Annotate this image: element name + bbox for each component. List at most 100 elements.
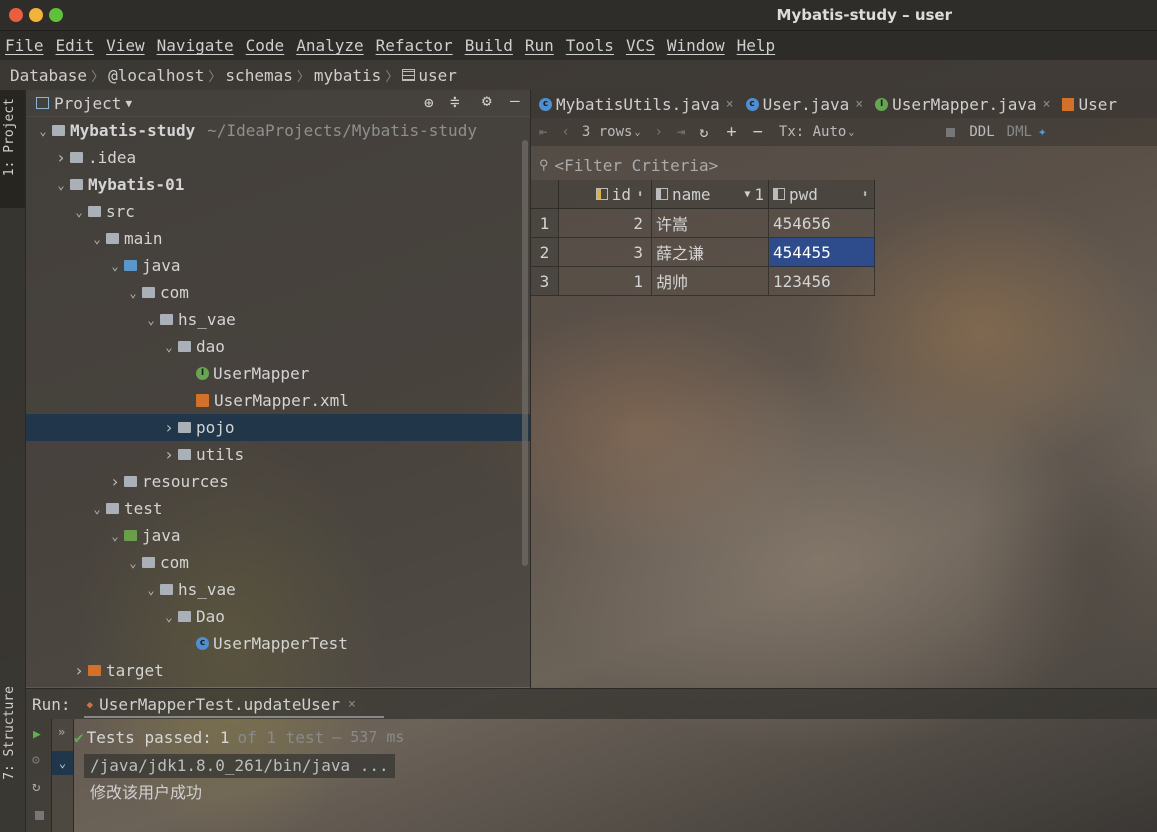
- first-page-icon[interactable]: ⇤: [539, 124, 547, 140]
- breadcrumb-table[interactable]: user: [418, 66, 457, 85]
- cell-id[interactable]: 1: [559, 267, 652, 296]
- tree-node[interactable]: ⌄ java: [26, 252, 530, 279]
- sort-desc-icon[interactable]: ▼: [744, 189, 750, 200]
- chevron-down-icon[interactable]: ⌄: [106, 529, 124, 543]
- rerun-failed-icon[interactable]: ⚙: [32, 753, 40, 768]
- hide-panel-icon[interactable]: —: [510, 91, 520, 110]
- chevron-down-icon[interactable]: ⌄: [142, 313, 160, 327]
- chevron-down-icon[interactable]: ⌄: [106, 259, 124, 273]
- ddl-button[interactable]: DDL: [969, 124, 994, 140]
- column-header-id[interactable]: id ⬍: [559, 180, 652, 209]
- chevron-right-icon[interactable]: ›: [52, 148, 70, 167]
- tree-node[interactable]: ⌄ hs_vae: [26, 576, 530, 603]
- tree-node[interactable]: ⌄ main: [26, 225, 530, 252]
- menu-refactor[interactable]: Refactor: [376, 36, 453, 55]
- chevron-down-icon[interactable]: ⌄: [70, 205, 88, 219]
- tab-user-table[interactable]: User: [1062, 95, 1117, 114]
- menu-analyze[interactable]: Analyze: [296, 36, 363, 55]
- chevron-right-icon[interactable]: ›: [70, 661, 88, 680]
- tree-node[interactable]: ⌄ com: [26, 549, 530, 576]
- chevron-down-icon[interactable]: ⌄: [88, 232, 106, 246]
- cell-name[interactable]: 胡帅: [652, 267, 769, 296]
- column-header-pwd[interactable]: pwd ⬍: [769, 180, 875, 209]
- tab-mybatisutils[interactable]: c MybatisUtils.java ×: [539, 95, 734, 114]
- refresh-icon[interactable]: ↻: [699, 123, 708, 141]
- add-row-icon[interactable]: +: [726, 122, 736, 142]
- tree-node[interactable]: ⌄ Dao: [26, 603, 530, 630]
- pin-icon[interactable]: ✦: [1038, 124, 1046, 140]
- menu-navigate[interactable]: Navigate: [157, 36, 234, 55]
- tree-node[interactable]: c UserMapperTest: [26, 630, 530, 657]
- chevron-down-icon[interactable]: ⌄: [124, 286, 142, 300]
- tree-node[interactable]: ⌄ Mybatis-01: [26, 171, 530, 198]
- menu-vcs[interactable]: VCS: [626, 36, 655, 55]
- chevron-right-icon[interactable]: ›: [160, 418, 178, 437]
- tree-node[interactable]: ⌄ Mybatis-study ~/IdeaProjects/Mybatis-stu…: [26, 117, 530, 144]
- chevron-down-icon[interactable]: ▼: [125, 97, 132, 110]
- menu-window[interactable]: Window: [667, 36, 725, 55]
- breadcrumb-host[interactable]: @localhost: [108, 66, 204, 85]
- cell-id[interactable]: 3: [559, 238, 652, 267]
- tree-node[interactable]: I UserMapper: [26, 360, 530, 387]
- menu-run[interactable]: Run: [525, 36, 554, 55]
- structure-tool-tab[interactable]: 7: Structure: [2, 686, 17, 780]
- breadcrumb-database[interactable]: Database: [10, 66, 87, 85]
- expand-icon[interactable]: »: [58, 725, 65, 739]
- chevron-right-icon[interactable]: ›: [160, 445, 178, 464]
- chevron-down-icon[interactable]: ⌄: [160, 340, 178, 354]
- chevron-down-icon[interactable]: ⌄: [52, 178, 70, 192]
- menu-edit[interactable]: Edit: [56, 36, 95, 55]
- tree-node[interactable]: › .idea: [26, 144, 530, 171]
- tree-node[interactable]: › utils: [26, 441, 530, 468]
- cell-pwd[interactable]: 123456: [769, 267, 875, 296]
- stop-icon[interactable]: [946, 127, 956, 137]
- menu-build[interactable]: Build: [465, 36, 513, 55]
- toggle-auto-test-icon[interactable]: ↻: [32, 779, 40, 795]
- close-icon[interactable]: ×: [348, 697, 356, 712]
- cell-name[interactable]: 薛之谦: [652, 238, 769, 267]
- chevron-down-icon[interactable]: ⌄: [124, 556, 142, 570]
- tx-mode-selector[interactable]: Tx: Auto: [779, 124, 846, 140]
- chevron-right-icon[interactable]: ›: [106, 472, 124, 491]
- menu-help[interactable]: Help: [737, 36, 776, 55]
- chevron-down-icon[interactable]: ⌄: [634, 127, 640, 138]
- sort-icon[interactable]: ⬍: [862, 189, 868, 200]
- tree-node[interactable]: ⌄ hs_vae: [26, 306, 530, 333]
- cell-pwd[interactable]: 454656: [769, 209, 875, 238]
- menu-view[interactable]: View: [106, 36, 145, 55]
- sort-icon[interactable]: ⬍: [637, 189, 643, 200]
- close-icon[interactable]: ×: [1043, 97, 1051, 112]
- close-icon[interactable]: ×: [726, 97, 734, 112]
- row-number[interactable]: 1: [531, 209, 559, 238]
- menu-file[interactable]: File: [5, 36, 44, 55]
- tree-node[interactable]: › target: [26, 657, 530, 684]
- dml-button[interactable]: DML: [1007, 124, 1032, 140]
- gear-icon[interactable]: ⚙: [482, 91, 492, 110]
- tree-node[interactable]: UserMapper.xml: [26, 387, 530, 414]
- rows-selector[interactable]: 3 rows: [582, 124, 633, 140]
- filter-field[interactable]: ⚲ <Filter Criteria>: [531, 150, 1157, 180]
- cell-pwd[interactable]: 454455: [769, 238, 875, 267]
- chevron-down-icon[interactable]: ⌄: [34, 124, 52, 138]
- tree-node[interactable]: ⌄ java: [26, 522, 530, 549]
- next-page-icon[interactable]: ›: [654, 124, 662, 140]
- rerun-icon[interactable]: ▶: [33, 727, 41, 742]
- row-number[interactable]: 2: [531, 238, 559, 267]
- project-tool-tab[interactable]: 1: Project: [2, 98, 17, 176]
- chevron-down-icon[interactable]: ⌄: [88, 502, 106, 516]
- breadcrumb-schemas[interactable]: schemas: [225, 66, 292, 85]
- stop-icon[interactable]: [35, 811, 44, 820]
- column-header-name[interactable]: name ▼ 1: [652, 180, 769, 209]
- cell-id[interactable]: 2: [559, 209, 652, 238]
- tree-node[interactable]: ⌄ src: [26, 198, 530, 225]
- prev-page-icon[interactable]: ‹: [561, 124, 569, 140]
- delete-row-icon[interactable]: −: [753, 122, 763, 142]
- tab-usermapper-java[interactable]: I UserMapper.java ×: [875, 95, 1050, 114]
- run-tab[interactable]: UserMapperTest.updateUser: [99, 695, 340, 714]
- project-view-selector[interactable]: Project: [54, 94, 121, 113]
- tree-node[interactable]: › resources: [26, 468, 530, 495]
- chevron-down-icon[interactable]: ⌄: [160, 610, 178, 624]
- tree-node[interactable]: ⌄ test: [26, 495, 530, 522]
- test-tree-root[interactable]: ⌄: [52, 751, 73, 775]
- tree-node[interactable]: ⌄ com: [26, 279, 530, 306]
